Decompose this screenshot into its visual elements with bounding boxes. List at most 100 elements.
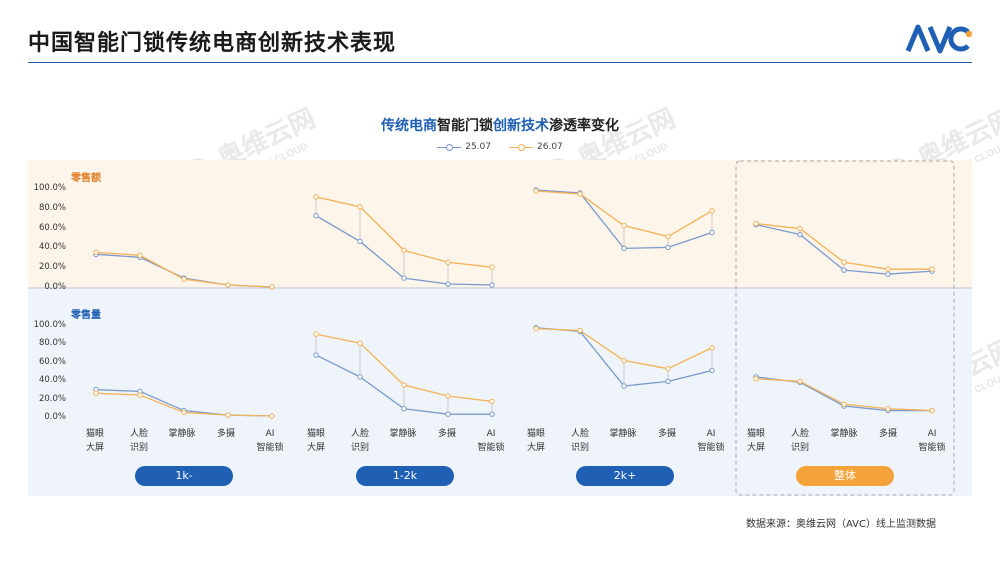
y-tick-top-20: 20.0% bbox=[38, 262, 66, 272]
data-point-2607 bbox=[313, 331, 319, 337]
x-label: AI 智能锁 bbox=[256, 429, 284, 453]
data-point-2507 bbox=[313, 352, 319, 358]
data-point-2507 bbox=[445, 411, 451, 417]
x-label: 猫眼 大屏 bbox=[306, 429, 325, 453]
x-label: 多摄 bbox=[216, 429, 235, 439]
data-point-2607 bbox=[401, 247, 407, 254]
data-point-2607 bbox=[93, 390, 99, 396]
data-point-2607 bbox=[621, 357, 627, 364]
data-point-2507 bbox=[709, 367, 715, 374]
x-label: 多摄 bbox=[878, 429, 897, 439]
x-label: 人脸 识别 bbox=[790, 429, 809, 453]
data-point-2607 bbox=[225, 412, 231, 418]
data-point-2607 bbox=[929, 407, 935, 414]
data-point-2607 bbox=[709, 208, 715, 214]
group-pill-2k-plus: 2k+ bbox=[576, 466, 674, 486]
x-label: 掌静脉 bbox=[609, 429, 637, 439]
data-point-2507 bbox=[709, 229, 715, 236]
data-point-2607 bbox=[577, 327, 583, 334]
data-point-2607 bbox=[181, 409, 187, 416]
data-point-2607 bbox=[137, 252, 143, 259]
y-tick-bottom-40: 40.0% bbox=[38, 375, 66, 385]
y-tick-top-100: 100.0% bbox=[33, 183, 66, 193]
data-point-2607 bbox=[357, 340, 363, 346]
data-point-2507 bbox=[401, 275, 407, 281]
data-point-2507 bbox=[885, 271, 891, 277]
data-point-2607 bbox=[665, 365, 671, 372]
data-point-2607 bbox=[225, 282, 231, 288]
data-point-2607 bbox=[577, 191, 583, 197]
data-point-2507 bbox=[357, 374, 363, 380]
data-point-2607 bbox=[709, 345, 715, 351]
data-point-2607 bbox=[181, 276, 187, 282]
data-point-2607 bbox=[753, 220, 759, 227]
data-point-2607 bbox=[665, 233, 671, 240]
panel-label-sales-value: 零售额 bbox=[71, 173, 101, 184]
data-point-2607 bbox=[137, 392, 143, 398]
data-point-2507 bbox=[401, 406, 407, 412]
data-point-2507 bbox=[797, 231, 803, 238]
x-label: 猫眼 大屏 bbox=[526, 429, 545, 453]
y-tick-bottom-0: 0.0% bbox=[44, 412, 66, 422]
y-tick-bottom-80: 80.0% bbox=[38, 338, 66, 348]
data-point-2607 bbox=[753, 375, 759, 382]
data-point-2607 bbox=[841, 401, 847, 407]
x-label: 猫眼 大屏 bbox=[746, 429, 765, 453]
data-point-2607 bbox=[489, 264, 495, 270]
x-label: 多摄 bbox=[437, 429, 456, 439]
x-label: 人脸 识别 bbox=[350, 429, 369, 453]
y-tick-top-60: 60.0% bbox=[38, 223, 66, 233]
data-point-2507 bbox=[357, 238, 363, 245]
data-point-2507 bbox=[489, 282, 495, 288]
data-point-2607 bbox=[533, 325, 539, 332]
x-label: 多摄 bbox=[657, 429, 676, 439]
source-note: 数据来源：奥维云网（AVC）线上监测数据 bbox=[745, 519, 936, 530]
x-label: 人脸 识别 bbox=[129, 429, 148, 453]
x-label: AI 智能锁 bbox=[697, 429, 725, 453]
data-point-2607 bbox=[269, 413, 275, 419]
data-point-2607 bbox=[489, 398, 495, 405]
data-point-2507 bbox=[621, 245, 627, 252]
data-point-2607 bbox=[445, 393, 451, 399]
panel-bg-bottom bbox=[28, 288, 972, 496]
data-point-2507 bbox=[621, 383, 627, 389]
data-point-2507 bbox=[313, 213, 319, 219]
group-pill-overall: 整体 bbox=[796, 466, 894, 486]
y-tick-top-80: 80.0% bbox=[38, 203, 66, 213]
data-point-2607 bbox=[313, 194, 319, 200]
panel-label-sales-volume: 零售量 bbox=[71, 310, 101, 321]
data-point-2607 bbox=[621, 222, 627, 229]
x-label: 人脸 识别 bbox=[570, 429, 589, 453]
data-point-2607 bbox=[93, 249, 99, 256]
data-point-2607 bbox=[445, 259, 451, 265]
data-point-2607 bbox=[797, 225, 803, 232]
group-pill-1-2k: 1-2k bbox=[356, 466, 454, 486]
x-label: AI 智能锁 bbox=[918, 429, 946, 453]
panel-bg-top bbox=[28, 160, 972, 288]
data-point-2607 bbox=[885, 266, 891, 272]
x-label: AI 智能锁 bbox=[477, 429, 505, 453]
data-point-2607 bbox=[533, 188, 539, 194]
data-point-2607 bbox=[841, 259, 847, 265]
y-tick-bottom-20: 20.0% bbox=[38, 394, 66, 404]
y-tick-top-0: 0.0% bbox=[44, 282, 66, 292]
data-point-2607 bbox=[885, 406, 891, 412]
data-point-2507 bbox=[841, 267, 847, 273]
data-point-2607 bbox=[797, 378, 803, 385]
data-point-2507 bbox=[445, 281, 451, 287]
y-tick-bottom-100: 100.0% bbox=[33, 320, 66, 330]
y-tick-bottom-60: 60.0% bbox=[38, 357, 66, 367]
data-point-2507 bbox=[489, 411, 495, 417]
data-point-2607 bbox=[357, 204, 363, 210]
x-label: 掌静脉 bbox=[168, 429, 196, 439]
group-pill-1k-below: 1k- bbox=[135, 466, 233, 486]
data-point-2607 bbox=[269, 284, 275, 290]
data-point-2507 bbox=[665, 244, 671, 251]
x-label: 掌静脉 bbox=[830, 429, 858, 439]
y-tick-top-40: 40.0% bbox=[38, 242, 66, 252]
data-point-2607 bbox=[401, 382, 407, 388]
data-point-2507 bbox=[665, 378, 671, 385]
x-label: 猫眼 大屏 bbox=[85, 429, 104, 453]
x-label: 掌静脉 bbox=[389, 429, 417, 439]
data-point-2607 bbox=[929, 266, 935, 272]
